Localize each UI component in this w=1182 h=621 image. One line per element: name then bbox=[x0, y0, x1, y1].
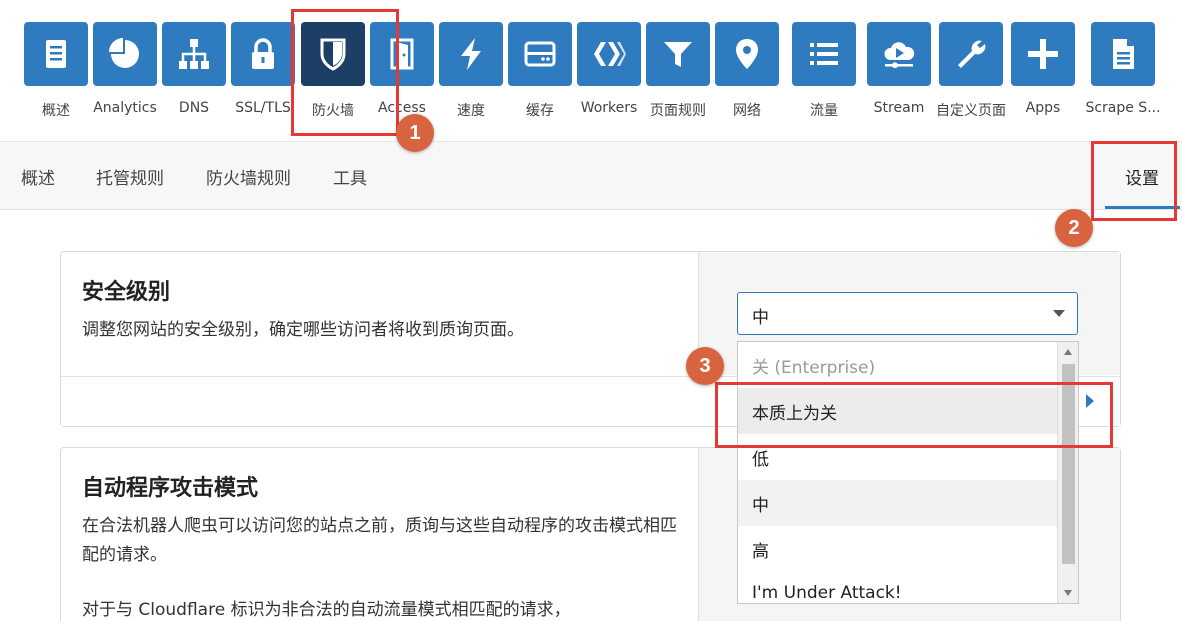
app-stream[interactable]: Stream bbox=[864, 22, 934, 116]
app-cache[interactable]: 缓存 bbox=[505, 22, 575, 120]
filter-icon bbox=[646, 22, 710, 86]
firewall-subnav: 概述 托管规则 防火墙规则 工具 设置 bbox=[0, 142, 1182, 210]
scroll-up-icon[interactable] bbox=[1064, 349, 1072, 355]
app-label: 网络 bbox=[733, 103, 761, 119]
bot-fight-description-2: 对于与 Cloudflare 标识为非合法的自动流量模式相匹配的请求， bbox=[82, 600, 571, 620]
tab-firewall-rules[interactable]: 防火墙规则 bbox=[206, 164, 291, 189]
workers-icon bbox=[577, 22, 641, 86]
scroll-down-icon[interactable] bbox=[1064, 590, 1072, 596]
security-level-selected-value: 中 bbox=[752, 308, 769, 328]
annotation-badge-3: 3 bbox=[686, 347, 724, 385]
app-label: 缓存 bbox=[526, 103, 554, 119]
drive-icon bbox=[508, 22, 572, 86]
app-traffic[interactable]: 流量 bbox=[789, 22, 859, 120]
security-level-select[interactable]: 中 bbox=[737, 292, 1078, 335]
option-high[interactable]: 高 bbox=[738, 526, 1058, 572]
app-bar: 概述 Analytics DNS SSL/TLS 防火墙 Access 速度 缓… bbox=[0, 0, 1182, 142]
app-scrape-shield[interactable]: Scrape S... bbox=[1083, 22, 1163, 116]
plus-icon bbox=[1011, 22, 1075, 86]
app-overview[interactable]: 概述 bbox=[21, 22, 91, 120]
security-level-title: 安全级别 bbox=[82, 280, 171, 305]
app-label: DNS bbox=[178, 100, 210, 116]
tab-overview[interactable]: 概述 bbox=[21, 164, 55, 189]
app-label: 概述 bbox=[42, 103, 70, 119]
tab-managed-rules[interactable]: 托管规则 bbox=[96, 164, 164, 189]
pie-chart-icon bbox=[93, 22, 157, 86]
cloud-play-icon bbox=[867, 22, 931, 86]
option-medium[interactable]: 中 bbox=[738, 480, 1058, 526]
app-label: Apps bbox=[1025, 100, 1061, 116]
bot-fight-info: 自动程序攻击模式 在合法机器人爬虫可以访问您的站点之前，质询与这些自动程序的攻击… bbox=[61, 448, 698, 621]
annotation-badge-2: 2 bbox=[1055, 209, 1093, 247]
app-label: Workers bbox=[580, 100, 638, 116]
app-speed[interactable]: 速度 bbox=[436, 22, 506, 120]
document-icon bbox=[24, 22, 88, 86]
location-pin-icon bbox=[715, 22, 779, 86]
file-icon bbox=[1091, 22, 1155, 86]
app-analytics[interactable]: Analytics bbox=[90, 22, 160, 116]
security-level-dropdown: 关 (Enterprise) 本质上为关 低 中 高 I'm Under Att… bbox=[737, 341, 1079, 604]
sitemap-icon bbox=[162, 22, 226, 86]
annotation-badge-1: 1 bbox=[396, 114, 434, 152]
app-ssl[interactable]: SSL/TLS bbox=[228, 22, 298, 116]
app-network[interactable]: 网络 bbox=[712, 22, 782, 120]
app-label: 流量 bbox=[810, 103, 838, 119]
annotation-box-3 bbox=[715, 382, 1113, 448]
bolt-icon bbox=[439, 22, 503, 86]
lock-icon bbox=[231, 22, 295, 86]
bot-fight-description: 在合法机器人爬虫可以访问您的站点之前，质询与这些自动程序的攻击模式相匹配的请求。 bbox=[82, 516, 677, 565]
app-dns[interactable]: DNS bbox=[159, 22, 229, 116]
app-custom-pages[interactable]: 自定义页面 bbox=[936, 22, 1006, 120]
annotation-box-1 bbox=[291, 9, 399, 136]
app-label: Stream bbox=[873, 100, 925, 116]
app-workers[interactable]: Workers bbox=[574, 22, 644, 116]
list-icon bbox=[792, 22, 856, 86]
annotation-box-2 bbox=[1091, 141, 1177, 221]
app-page-rules[interactable]: 页面规则 bbox=[643, 22, 713, 120]
app-label: SSL/TLS bbox=[235, 100, 291, 116]
tab-tools[interactable]: 工具 bbox=[333, 164, 367, 189]
security-level-description: 调整您网站的安全级别，确定哪些访问者将收到质询页面。 bbox=[82, 320, 524, 340]
option-under-attack[interactable]: I'm Under Attack! bbox=[738, 572, 1058, 603]
app-label: 速度 bbox=[457, 103, 485, 119]
bot-fight-title: 自动程序攻击模式 bbox=[82, 476, 259, 501]
chevron-down-icon bbox=[1053, 310, 1065, 317]
app-label: 页面规则 bbox=[650, 103, 706, 119]
app-label: 自定义页面 bbox=[936, 103, 1006, 119]
app-apps[interactable]: Apps bbox=[1008, 22, 1078, 116]
security-level-info: 安全级别 调整您网站的安全级别，确定哪些访问者将收到质询页面。 bbox=[61, 252, 698, 367]
app-label: Analytics bbox=[93, 100, 157, 116]
app-label: Scrape S... bbox=[1085, 100, 1161, 116]
wrench-icon bbox=[939, 22, 1003, 86]
